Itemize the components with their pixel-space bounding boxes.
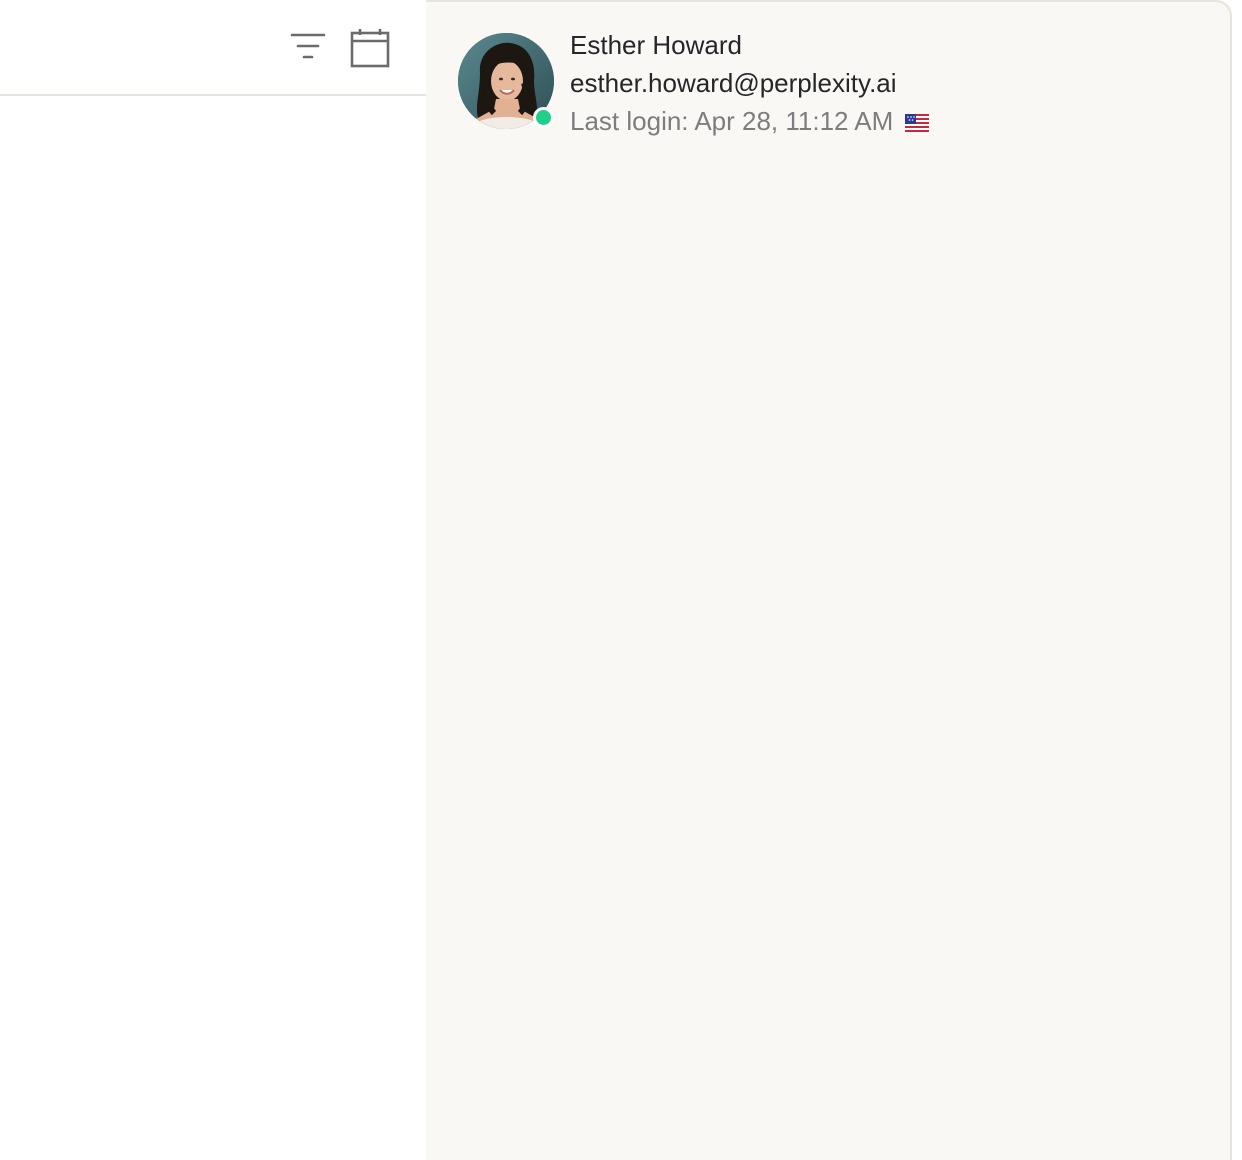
- toolbar: [0, 0, 426, 96]
- last-login-label: Last login:: [570, 106, 689, 136]
- user-detail-panel: Esther Howard esther.howard@perplexity.a…: [426, 0, 1232, 1160]
- user-name: Esther Howard: [570, 30, 742, 60]
- filter-icon[interactable]: [288, 30, 328, 62]
- avatar[interactable]: [458, 33, 554, 129]
- online-status-indicator: [533, 107, 554, 128]
- us-flag-icon: [904, 104, 929, 142]
- last-login-value: Apr 28, 11:12 AM: [694, 106, 894, 136]
- profile-info: Esther Howard esther.howard@perplexity.a…: [570, 26, 929, 142]
- user-email[interactable]: esther.howard@perplexity.ai: [570, 64, 929, 102]
- calendar-icon[interactable]: [349, 28, 391, 68]
- main-pane: [0, 0, 426, 1160]
- last-login-row: Last login: Apr 28, 11:12 AM: [570, 102, 929, 142]
